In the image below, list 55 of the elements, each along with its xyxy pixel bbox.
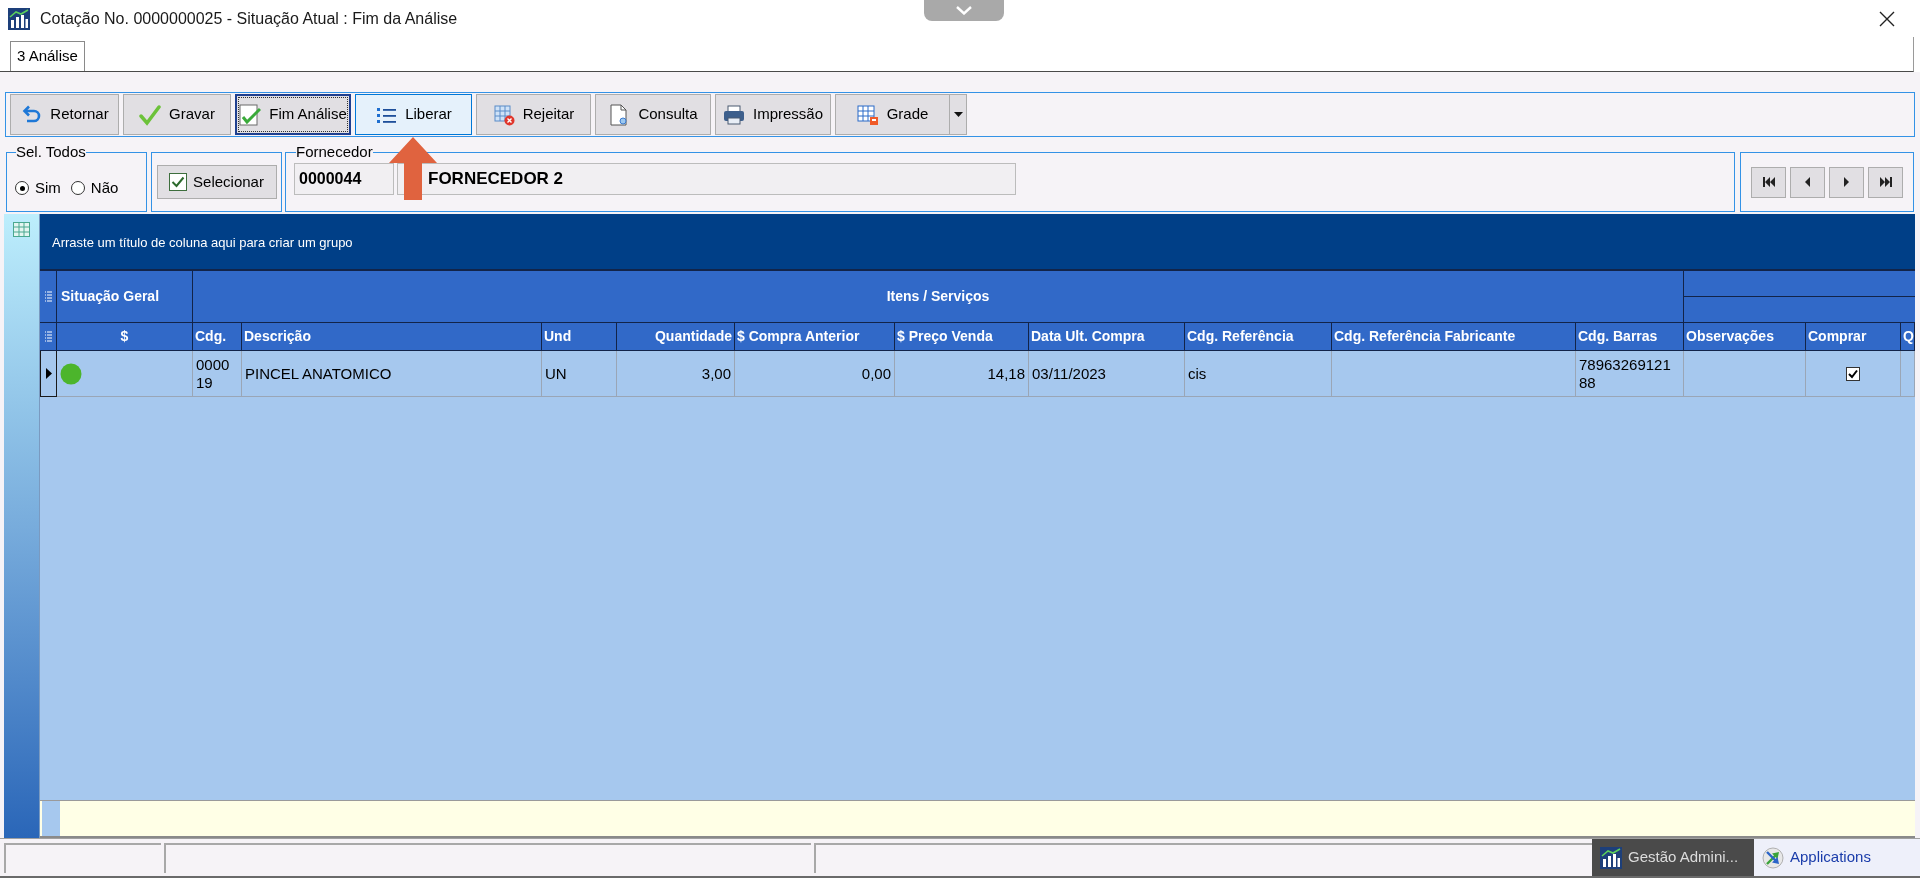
table-cell: 0,00 [861,364,891,383]
query-button[interactable]: Consulta [595,94,711,135]
previous-button[interactable] [1790,166,1825,198]
save-button[interactable]: Gravar [123,94,231,135]
table-cell: cis [1188,364,1207,383]
skip-last-icon [1879,177,1892,187]
close-icon [1879,10,1895,27]
table-cell: 14,18 [987,364,1025,383]
dropdown-button[interactable] [950,94,967,135]
document-check-icon [239,103,262,126]
finish-analysis-button[interactable]: Fim Análise [235,94,351,135]
group-label: Sel. Todos [16,143,86,161]
printer-icon [723,103,745,126]
table-cell-text: 7896326912188 [1579,355,1672,392]
next-button[interactable] [1829,166,1864,198]
radio-option[interactable]: Não [70,177,119,200]
table-cell: 03/11/2023 [1032,364,1106,383]
chevron-down-icon [956,6,972,15]
table-cell: UN [545,364,567,383]
caret-right-icon [1844,177,1849,187]
checkbox[interactable] [1846,366,1860,381]
print-button[interactable]: Impressão [715,94,831,135]
checkmark-icon [139,103,162,126]
caret-down-icon [953,112,963,117]
table-cell: PINCEL ANATOMICO [245,364,392,383]
band-header: Itens / Serviços [193,271,1684,323]
taskbar-item[interactable]: Gestão Admini... [1592,839,1754,876]
reject-button[interactable]: Rejeitar [476,94,591,135]
last-button[interactable] [1868,166,1903,198]
crossed-arrows-icon [1762,846,1784,869]
group-label: Fornecedor [296,143,373,161]
skip-first-icon [1762,177,1775,187]
taskbar-item[interactable]: Applications [1754,839,1920,876]
tab[interactable]: 3 Análise [10,41,85,71]
first-button[interactable] [1751,166,1786,198]
group-hint-text: Arraste um título de coluna aqui para criar um grupo [52,233,353,252]
table-x-icon [492,103,515,126]
bar-chart-icon [8,7,30,30]
release-button[interactable]: Liberar [355,94,472,135]
select-button[interactable]: Selecionar [156,165,277,199]
caret-left-icon [1805,177,1810,187]
band-header: Situação Geral [57,271,193,323]
supplier-name-field[interactable]: FORNECEDOR 2 [397,163,1016,195]
list-icon [44,291,52,302]
table-icon [856,103,879,126]
bar-chart-icon [1600,846,1622,869]
window-title: Cotação No. 0000000025 - Situação Atual : Fim da Análise [40,8,458,29]
table-cell-text: 000019 [196,355,231,392]
radio-option[interactable]: Sim [15,177,61,200]
supplier-code-field[interactable]: 0000044 [294,163,394,195]
table-cell: 3,00 [701,364,731,383]
list-icon [44,331,52,342]
back-button[interactable]: Retornar [10,94,119,135]
grid-icon[interactable] [13,222,30,237]
grid-button[interactable]: Grade [835,94,950,135]
